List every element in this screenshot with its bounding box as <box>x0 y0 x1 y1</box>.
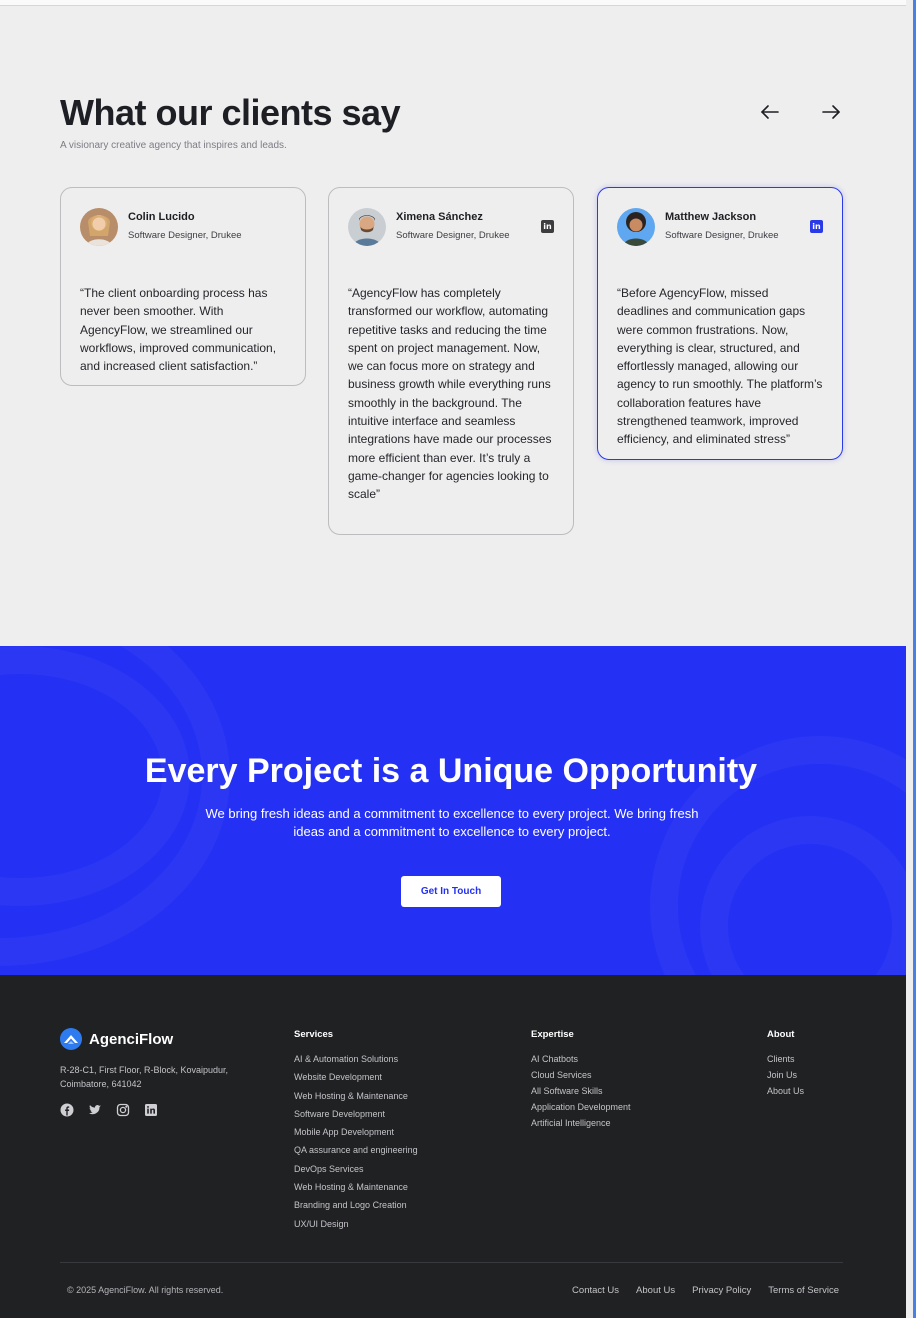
footer-link[interactable]: Cloud Services <box>531 1070 631 1086</box>
reviewer-name: Ximena Sánchez <box>396 211 483 223</box>
avatar <box>617 208 655 246</box>
contact-us-link[interactable]: Contact Us <box>572 1285 619 1296</box>
card-header: Matthew Jackson Software Designer, Druke… <box>617 208 823 248</box>
cta-section: Every Project is a Unique Opportunity We… <box>0 646 906 975</box>
footer-link[interactable]: Join Us <box>767 1070 804 1086</box>
testimonial-quote: “AgencyFlow has completely transformed o… <box>348 286 552 502</box>
about-column: About Clients Join Us About Us <box>767 1029 804 1102</box>
footer-link[interactable]: AI Chatbots <box>531 1054 631 1070</box>
social-links <box>60 1103 158 1117</box>
card-header: Colin Lucido Software Designer, Drukee <box>80 208 286 248</box>
reviewer-role: Software Designer, Drukee <box>665 230 779 241</box>
footer-link[interactable]: All Software Skills <box>531 1086 631 1102</box>
agenciflow-logo-icon <box>60 1028 82 1050</box>
facebook-icon[interactable] <box>60 1103 74 1117</box>
avatar <box>80 208 118 246</box>
footer-link[interactable]: Branding and Logo Creation <box>294 1200 418 1218</box>
brand-name: AgenciFlow <box>89 1030 174 1048</box>
arrow-right-icon <box>822 105 840 119</box>
about-heading: About <box>767 1029 795 1040</box>
footer-link[interactable]: Website Development <box>294 1072 418 1090</box>
next-arrow-button[interactable] <box>819 100 843 124</box>
footer-link[interactable]: About Us <box>767 1086 804 1102</box>
cta-title: Every Project is a Unique Opportunity <box>144 752 758 790</box>
footer: AgenciFlow R-28-C1, First Floor, R-Block… <box>0 975 906 1318</box>
linkedin-icon[interactable]: in <box>541 220 554 233</box>
expertise-column: Expertise AI Chatbots Cloud Services All… <box>531 1029 631 1134</box>
expertise-heading: Expertise <box>531 1029 574 1040</box>
footer-link[interactable]: Mobile App Development <box>294 1127 418 1145</box>
testimonials-section: What our clients say A visionary creativ… <box>0 6 906 646</box>
about-us-link[interactable]: About Us <box>636 1285 675 1296</box>
footer-link[interactable]: Clients <box>767 1054 804 1070</box>
linkedin-icon[interactable] <box>144 1103 158 1117</box>
reviewer-role: Software Designer, Drukee <box>128 230 242 241</box>
terms-of-service-link[interactable]: Terms of Service <box>768 1285 839 1296</box>
twitter-icon[interactable] <box>88 1103 102 1117</box>
reviewer-name: Matthew Jackson <box>665 211 757 223</box>
cta-description: We bring fresh ideas and a commitment to… <box>205 806 699 839</box>
footer-link[interactable]: Software Development <box>294 1109 418 1127</box>
arrow-left-icon <box>761 105 779 119</box>
footer-link[interactable]: Web Hosting & Maintenance <box>294 1091 418 1109</box>
reviewer-role: Software Designer, Drukee <box>396 230 510 241</box>
footer-link[interactable]: DevOps Services <box>294 1164 418 1182</box>
services-heading: Services <box>294 1029 334 1040</box>
footer-link[interactable]: Artificial Intelligence <box>531 1118 631 1134</box>
company-address: R-28-C1, First Floor, R-Block, Kovaipudu… <box>60 1065 229 1089</box>
footer-link[interactable]: QA assurance and engineering <box>294 1145 418 1163</box>
footer-divider <box>60 1262 843 1263</box>
testimonial-quote: “Before AgencyFlow, missed deadlines and… <box>617 286 823 447</box>
get-in-touch-button[interactable]: Get In Touch <box>401 876 501 907</box>
footer-link[interactable]: Application Development <box>531 1102 631 1118</box>
testimonial-card[interactable]: Colin Lucido Software Designer, Drukee “… <box>60 187 306 386</box>
reviewer-name: Colin Lucido <box>128 211 195 223</box>
instagram-icon[interactable] <box>116 1103 130 1117</box>
copyright-text: © 2025 AgenciFlow. All rights reserved. <box>67 1285 224 1295</box>
footer-logo[interactable]: AgenciFlow <box>60 1028 173 1050</box>
testimonials-subtitle: A visionary creative agency that inspire… <box>60 140 287 151</box>
linkedin-icon[interactable]: in <box>810 220 823 233</box>
testimonial-card-active[interactable]: Matthew Jackson Software Designer, Druke… <box>597 187 843 460</box>
footer-link[interactable]: AI & Automation Solutions <box>294 1054 418 1072</box>
prev-arrow-button[interactable] <box>758 100 782 124</box>
testimonial-quote: “The client onboarding process has never… <box>80 286 277 374</box>
footer-link[interactable]: Web Hosting & Maintenance <box>294 1182 418 1200</box>
testimonial-card[interactable]: Ximena Sánchez Software Designer, Drukee… <box>328 187 574 535</box>
avatar <box>348 208 386 246</box>
legal-links: Contact Us About Us Privacy Policy Terms… <box>572 1285 839 1296</box>
testimonials-title: What our clients say <box>60 92 401 133</box>
services-column: Services AI & Automation Solutions Websi… <box>294 1029 418 1237</box>
footer-link[interactable]: UX/UI Design <box>294 1219 418 1237</box>
privacy-policy-link[interactable]: Privacy Policy <box>692 1285 751 1296</box>
card-header: Ximena Sánchez Software Designer, Drukee… <box>348 208 554 248</box>
